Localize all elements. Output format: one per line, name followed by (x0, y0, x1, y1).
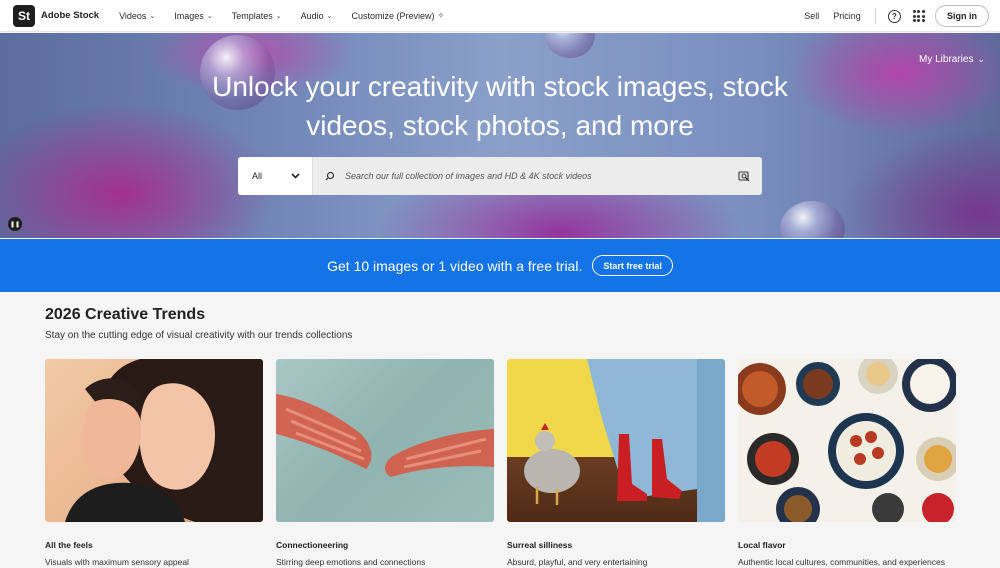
chevron-down-icon: ⌄ (977, 54, 985, 64)
trend-card-description: Visuals with maximum sensory appeal (45, 557, 189, 567)
help-icon[interactable]: ? (887, 9, 901, 23)
nav-customize[interactable]: Customize (Preview) ✧ (352, 11, 445, 21)
trend-card-title: All the feels (45, 540, 93, 550)
promo-text: Get 10 images or 1 video with a free tri… (327, 257, 583, 274)
search-field (313, 157, 762, 195)
couple-illustration-image (65, 359, 263, 522)
my-libraries-label: My Libraries (918, 54, 974, 65)
nav-divider (874, 8, 876, 24)
chevron-down-icon: ⌄ (206, 12, 213, 20)
search-type-value: All (252, 171, 263, 181)
trend-card-image[interactable] (507, 359, 725, 522)
hands-reaching-image (276, 394, 494, 477)
sell-link[interactable]: Sell (804, 11, 819, 21)
logo-text: Adobe Stock (41, 10, 100, 21)
free-trial-banner: Get 10 images or 1 video with a free tri… (0, 239, 1000, 292)
stock-logo-mark: St (13, 4, 35, 27)
apps-grid-icon[interactable] (912, 9, 925, 23)
trend-card-title: Local flavor (738, 540, 786, 550)
water-drop-image (780, 201, 845, 238)
chevron-down-icon (291, 173, 300, 179)
nav-audio[interactable]: Audio ⌄ (301, 11, 333, 21)
hero-banner: Unlock your creativity with stock images… (0, 33, 1000, 238)
search-bar: All (238, 157, 762, 195)
water-drop-image (545, 33, 595, 58)
search-icon (325, 171, 335, 181)
trend-card-description: Stirring deep emotions and connections (276, 557, 426, 567)
my-libraries-button[interactable]: My Libraries ⌄ (919, 54, 985, 65)
trend-card-description: Authentic local cultures, communities, a… (738, 557, 945, 567)
trend-card[interactable]: All the feels Visuals with maximum senso… (45, 359, 263, 567)
trend-card-title: Surreal silliness (507, 540, 573, 550)
chevron-down-icon: ⌄ (149, 12, 156, 20)
visual-search-icon[interactable] (738, 170, 750, 182)
trend-card[interactable]: Connectioneering Stirring deep emotions … (276, 359, 494, 567)
top-nav-bar: St Adobe Stock Videos ⌄ Images ⌄ Templates… (0, 0, 1000, 32)
nav-images[interactable]: Images ⌄ (174, 11, 212, 21)
nav-audio-label: Audio (300, 10, 324, 21)
pause-video-button[interactable]: ❚❚ (8, 217, 22, 231)
section-subtitle: Stay on the cutting edge of visual creat… (45, 330, 353, 341)
trend-card-description: Absurd, playful, and very entertaining (507, 557, 648, 567)
chicken-and-boots-image (524, 359, 725, 522)
search-type-dropdown[interactable]: All (238, 157, 313, 195)
sparkle-icon: ✧ (437, 11, 445, 20)
hero-title: Unlock your creativity with stock images… (0, 67, 1000, 145)
trend-cards: All the feels Visuals with maximum senso… (45, 359, 956, 567)
nav-videos[interactable]: Videos ⌄ (119, 11, 155, 21)
start-free-trial-button[interactable]: Start free trial (592, 255, 673, 276)
trends-section: 2026 Creative Trends Stay on the cutting… (45, 306, 955, 341)
sign-in-button[interactable]: Sign in (935, 5, 989, 27)
trend-card-title: Connectioneering (276, 540, 349, 550)
hero-title-line1: Unlock your creativity with stock images… (212, 71, 788, 102)
section-title: 2026 Creative Trends (45, 306, 206, 323)
chevron-down-icon: ⌄ (275, 12, 282, 20)
food-spread-image (738, 359, 956, 522)
nav-customize-label: Customize (Preview) (351, 10, 435, 21)
pricing-link[interactable]: Pricing (833, 11, 861, 21)
nav-templates[interactable]: Templates ⌄ (232, 11, 282, 21)
adobe-stock-logo[interactable]: St Adobe Stock (13, 4, 100, 27)
trend-card-image[interactable] (276, 359, 494, 522)
trend-card[interactable]: Local flavor Authentic local cultures, c… (738, 359, 956, 567)
nav-videos-label: Videos (119, 10, 147, 21)
chevron-down-icon: ⌄ (326, 12, 333, 20)
hero-title-line2: videos, stock photos, and more (306, 110, 694, 141)
trend-card-image[interactable] (45, 359, 263, 522)
trend-card-image[interactable] (738, 359, 956, 522)
main-nav: Videos ⌄ Images ⌄ Templates ⌄ Audio ⌄ Custom… (119, 11, 444, 21)
trend-card[interactable]: Surreal silliness Absurd, playful, and v… (507, 359, 725, 567)
search-input[interactable] (345, 171, 738, 181)
nav-images-label: Images (174, 10, 204, 21)
nav-templates-label: Templates (231, 10, 273, 21)
right-nav: Sell Pricing ? Sign in (804, 0, 989, 32)
